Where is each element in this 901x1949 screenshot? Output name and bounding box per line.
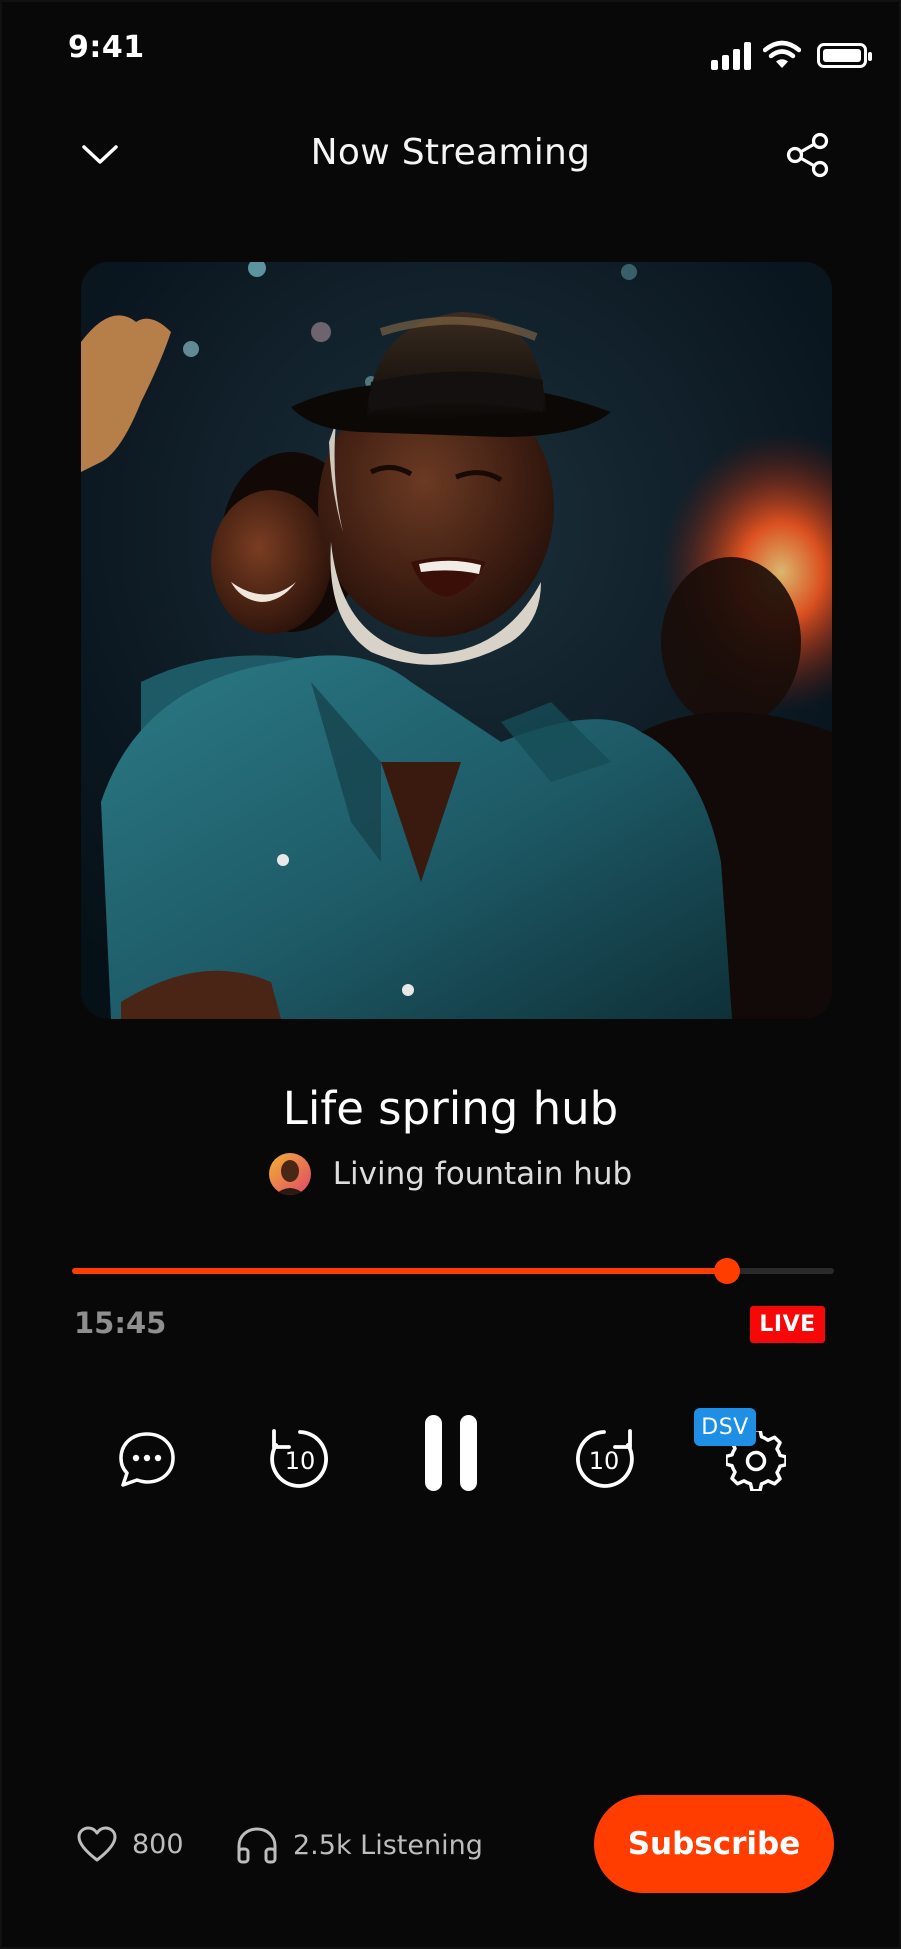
settings-badge: DSV (694, 1408, 756, 1446)
progress-thumb[interactable] (714, 1258, 741, 1284)
live-badge: LIVE (750, 1306, 825, 1343)
playback-controls: 10 10 (0, 1400, 901, 1515)
status-bar: 9:41 (0, 0, 901, 100)
track-title: Life spring hub (282, 1082, 619, 1135)
listeners-count: 2.5k Listening (293, 1829, 483, 1861)
elapsed-time: 15:45 (74, 1306, 167, 1340)
forward-label: 10 (589, 1447, 620, 1475)
album-artwork (81, 262, 832, 1019)
progress-fill (72, 1268, 728, 1274)
subscribe-button[interactable]: Subscribe (594, 1795, 834, 1893)
status-icons (711, 40, 872, 70)
share-icon (786, 132, 829, 178)
forward-10-button[interactable]: 10 (566, 1420, 642, 1496)
forward-icon: 10 (576, 1429, 634, 1488)
heart-icon (77, 1826, 117, 1862)
chat-icon (119, 1432, 175, 1487)
share-button[interactable] (779, 126, 837, 184)
artist-name: Living fountain hub (332, 1156, 633, 1192)
now-streaming-screen: 9:41 Now Streaming Life spring hub Livin… (0, 0, 901, 1949)
wifi-icon (763, 40, 801, 68)
headphones-icon (237, 1827, 277, 1864)
listeners-stat: 2.5k Listening (235, 1825, 483, 1865)
chat-button[interactable] (112, 1425, 182, 1495)
progress-bar[interactable] (72, 1258, 834, 1284)
likes-button[interactable]: 800 (76, 1825, 184, 1863)
signal-icon (711, 40, 751, 70)
page-title: Now Streaming (310, 132, 591, 173)
status-time: 9:41 (68, 30, 145, 65)
header: Now Streaming (0, 122, 901, 188)
rewind-label: 10 (285, 1447, 316, 1475)
bottom-bar: 800 2.5k Listening Subscribe (0, 1795, 901, 1895)
avatar (268, 1153, 311, 1195)
battery-icon (817, 42, 872, 68)
likes-count: 800 (132, 1828, 184, 1860)
rewind-icon: 10 (270, 1429, 328, 1488)
pause-icon (425, 1415, 477, 1491)
rewind-10-button[interactable]: 10 (262, 1420, 338, 1496)
artist-row[interactable]: Living fountain hub (0, 1153, 901, 1195)
pause-button[interactable] (415, 1408, 487, 1498)
